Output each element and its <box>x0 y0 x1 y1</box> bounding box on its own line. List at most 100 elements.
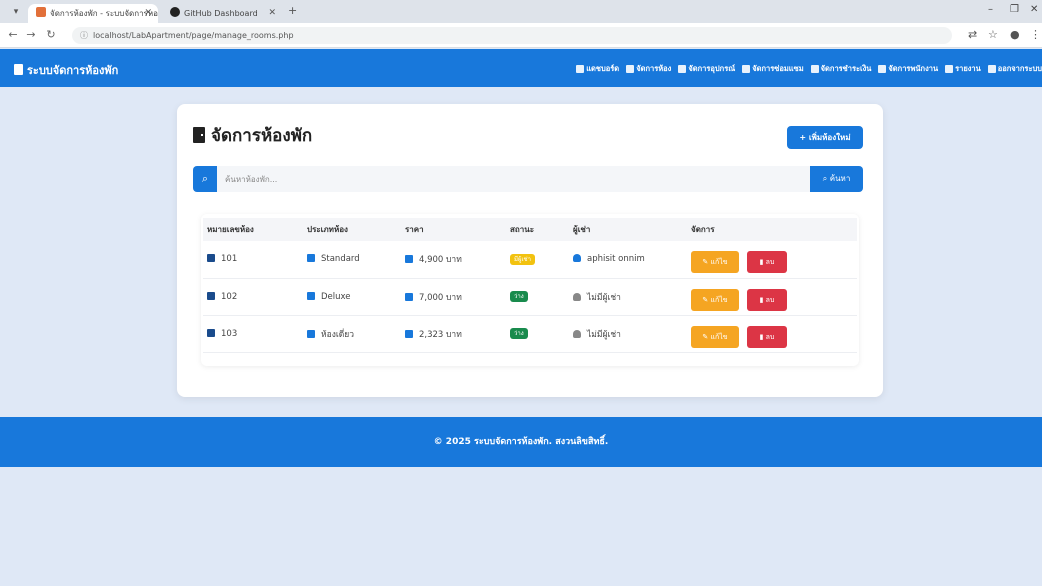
room-number: 101 <box>221 254 238 265</box>
tenant-name: ไม่มีผู้เช่า <box>587 329 621 340</box>
room-type: Deluxe <box>321 291 351 302</box>
edit-button[interactable]: ✎ แก้ไข <box>691 288 739 311</box>
nav-item-label: จัดการอุปกรณ์ <box>688 64 736 73</box>
tools-icon <box>678 65 687 73</box>
room-number: 102 <box>221 291 238 302</box>
cell-price: 7,000 บาท <box>401 278 506 316</box>
bookmark-star-icon[interactable]: ☆ <box>988 28 998 41</box>
edit-label: แก้ไข <box>710 332 728 341</box>
search-button-icon: ⌕ <box>822 174 830 183</box>
logout-icon <box>987 65 996 73</box>
nav-item[interactable]: แดชบอร์ด <box>576 63 619 75</box>
translate-icon[interactable]: ⇄ <box>968 28 977 41</box>
nav-item[interactable]: จัดการห้อง <box>626 63 671 75</box>
nav-item[interactable]: จัดการซ่อมแซม <box>742 63 804 75</box>
search-bar: ⌕ ⌕ ค้นหา <box>193 166 863 192</box>
new-tab-icon[interactable]: + <box>288 4 297 17</box>
url-field[interactable]: ⓘ localhost/LabApartment/page/manage_room… <box>72 27 952 44</box>
search-input[interactable] <box>225 170 785 188</box>
close-tab-icon[interactable]: ✕ <box>268 4 276 23</box>
delete-label: ลบ <box>765 332 775 341</box>
page-title-text: จัดการห้องพัก <box>211 126 313 146</box>
nav-item-label: รายงาน <box>955 64 981 73</box>
table-row: 102 Deluxe 7,000 บาท ว่าง ไม่มีผู้เช่า ✎ แก้ไ… <box>203 278 857 316</box>
browser-tab-bar: ▾ จัดการห้องพัก - ระบบจัดการหอพัก ✕ GitH… <box>0 0 1042 23</box>
cell-status: ว่าง <box>506 315 569 353</box>
wrench-icon <box>742 65 751 73</box>
edit-icon: ✎ <box>702 332 711 341</box>
room-type: ห้องเดี่ยว <box>321 329 355 340</box>
back-icon[interactable]: ← <box>6 28 20 41</box>
cell-price: 4,900 บาท <box>401 241 506 279</box>
search-button[interactable]: ⌕ ค้นหา <box>810 166 863 192</box>
edit-button[interactable]: ✎ แก้ไข <box>691 251 739 274</box>
tab-search-icon[interactable]: ▾ <box>10 6 22 18</box>
app-navbar: ระบบจัดการห้องพัก แดชบอร์ด จัดการห้อง จัดก… <box>0 49 1042 87</box>
col-room-type: ประเภทห้อง <box>307 225 348 234</box>
edit-label: แก้ไข <box>710 258 728 267</box>
delete-button[interactable]: ▮ ลบ <box>747 251 787 274</box>
tenant-name: aphisit onnim <box>587 254 645 265</box>
footer: © 2025 ระบบจัดการห้องพัก. สงวนลิขสิทธิ์. <box>0 417 1042 467</box>
nav-item-label: ออกจากระบบ <box>997 64 1042 73</box>
col-status: สถานะ <box>510 225 534 234</box>
cell-actions: ✎ แก้ไข ▮ ลบ <box>687 241 857 279</box>
edit-button[interactable]: ✎ แก้ไข <box>691 325 739 348</box>
search-button-label: ค้นหา <box>829 174 851 183</box>
cell-status: มีผู้เช่า <box>506 241 569 279</box>
cell-type: Deluxe <box>303 278 401 316</box>
nav-item[interactable]: จัดการพนักงาน <box>878 63 938 75</box>
edit-icon: ✎ <box>702 295 711 304</box>
site-info-icon[interactable]: ⓘ <box>80 31 88 40</box>
reload-icon[interactable]: ↻ <box>44 28 58 41</box>
page-title: จัดการห้องพัก <box>193 122 312 149</box>
col-room-number: หมายเลขห้อง <box>207 225 254 234</box>
room-price: 4,900 บาท <box>419 255 462 266</box>
browser-tab-inactive[interactable]: GitHub Dashboard ✕ <box>162 4 282 23</box>
money-icon <box>405 292 413 301</box>
chart-icon <box>576 65 585 73</box>
status-badge: มีผู้เช่า <box>510 253 535 265</box>
cell-type: ห้องเดี่ยว <box>303 315 401 353</box>
door-icon <box>193 127 205 143</box>
window-close-icon[interactable]: ✕ <box>1030 4 1038 15</box>
cell-tenant: ไม่มีผู้เช่า <box>569 315 687 353</box>
user-icon <box>573 254 581 263</box>
cell-actions: ✎ แก้ไข ▮ ลบ <box>687 315 857 353</box>
status-badge: ว่าง <box>510 291 528 302</box>
nav-item[interactable]: รายงาน <box>945 63 981 75</box>
restore-icon[interactable]: ❐ <box>1010 4 1019 15</box>
delete-button[interactable]: ▮ ลบ <box>747 288 787 311</box>
table-row: 101 Standard 4,900 บาท มีผู้เช่า aphisit onn… <box>203 241 857 279</box>
nav-item[interactable]: จัดการชำระเงิน <box>810 63 871 75</box>
minimize-icon[interactable]: – <box>988 4 993 15</box>
delete-button[interactable]: ▮ ลบ <box>747 325 787 348</box>
room-price: 7,000 บาท <box>419 292 462 303</box>
rooms-table: หมายเลขห้อง ประเภทห้อง ราคา สถานะ ผู้เช่… <box>203 218 857 353</box>
cell-price: 2,323 บาท <box>401 315 506 353</box>
browser-tab-active[interactable]: จัดการห้องพัก - ระบบจัดการหอพัก ✕ <box>28 4 158 23</box>
room-price: 2,323 บาท <box>419 329 462 340</box>
brand[interactable]: ระบบจัดการห้องพัก <box>14 61 118 79</box>
nav-item[interactable]: ออกจากระบบ <box>987 63 1042 75</box>
door-icon <box>626 65 635 73</box>
close-tab-icon[interactable]: ✕ <box>144 4 152 23</box>
cell-tenant: ไม่มีผู้เช่า <box>569 278 687 316</box>
delete-label: ลบ <box>765 258 775 267</box>
nav-item[interactable]: จัดการอุปกรณ์ <box>678 63 735 75</box>
tab-title: GitHub Dashboard <box>184 9 258 18</box>
url-text: localhost/LabApartment/page/manage_rooms… <box>93 31 294 40</box>
github-favicon-icon <box>170 7 180 17</box>
profile-icon[interactable]: ● <box>1010 28 1020 41</box>
forward-icon[interactable]: → <box>24 28 38 41</box>
more-menu-icon[interactable]: ⋮ <box>1030 28 1041 41</box>
report-icon <box>945 65 954 73</box>
user-slash-icon <box>573 329 581 338</box>
nav-item-label: จัดการห้อง <box>636 64 672 73</box>
status-badge: ว่าง <box>510 328 528 339</box>
bed-icon <box>307 329 315 338</box>
add-room-button[interactable]: + เพิ่มห้องใหม่ <box>787 126 863 149</box>
building-icon <box>14 64 23 75</box>
nav-item-label: จัดการซ่อมแซม <box>752 64 804 73</box>
bed-icon <box>307 291 315 300</box>
